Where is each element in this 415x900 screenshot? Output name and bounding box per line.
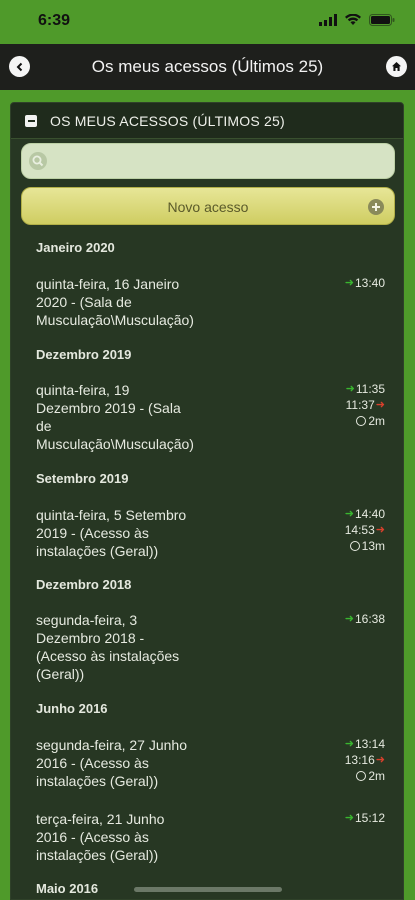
- time-out: 13:16: [344, 753, 375, 767]
- entry-line: Musculação\Musculação): [36, 312, 194, 328]
- entry-line: Dezembro 2018 -: [36, 630, 145, 646]
- wifi-icon: [345, 14, 361, 25]
- duration: 2m: [368, 414, 385, 428]
- entry-line: quinta-feira, 5 Setembro: [36, 507, 187, 523]
- entry-arrow-icon: ➜: [344, 812, 354, 824]
- entry-times: ➜ 14:40 14:53 ➜ 13m: [345, 506, 385, 554]
- time-in: 15:12: [354, 811, 385, 825]
- entry-line: quinta-feira, 19: [36, 382, 130, 398]
- group-header: Dezembro 2018: [36, 577, 132, 592]
- list-item[interactable]: segunda-feira, 27 Junho 2016 - (Acesso à…: [36, 736, 236, 790]
- accesses-panel: OS MEUS ACESSOS (ÚLTIMOS 25) Novo acesso…: [10, 102, 404, 900]
- home-indicator: [134, 887, 282, 892]
- entry-line: Dezembro 2019 - (Sala: [36, 400, 181, 416]
- time-out: 14:53: [344, 523, 375, 537]
- duration: 2m: [368, 769, 385, 783]
- status-time: 6:39: [38, 12, 71, 29]
- entry-line: instalações (Geral)): [36, 847, 159, 863]
- exit-arrow-icon: ➜: [375, 524, 385, 536]
- entry-line: instalações (Geral)): [36, 543, 159, 559]
- entry-arrow-icon: ➜: [344, 508, 354, 520]
- status-icons: [319, 14, 395, 26]
- panel-title: OS MEUS ACESSOS (ÚLTIMOS 25): [50, 112, 285, 129]
- clock-icon: [356, 416, 367, 426]
- entry-line: 2020 - (Sala de: [36, 294, 132, 310]
- entry-times: ➜ 16:38: [345, 611, 385, 627]
- entry-times: ➜ 15:12: [345, 810, 385, 826]
- exit-arrow-icon: ➜: [375, 754, 385, 766]
- page-title: Os meus acessos (Últimos 25): [91, 57, 324, 76]
- entry-line: quinta-feira, 16 Janeiro: [36, 276, 180, 292]
- entry-line: instalações (Geral)): [36, 773, 159, 789]
- list-item[interactable]: quinta-feira, 19 Dezembro 2019 - (Sala d…: [36, 381, 236, 453]
- list-item[interactable]: quinta-feira, 5 Setembro 2019 - (Acesso …: [36, 506, 236, 560]
- clock-icon: [356, 771, 367, 781]
- entry-line: segunda-feira, 27 Junho: [36, 737, 187, 753]
- entry-times: ➜ 13:14 13:16 ➜ 2m: [345, 736, 385, 784]
- entry-line: (Geral)): [36, 666, 85, 682]
- entry-arrow-icon: ➜: [344, 738, 354, 750]
- clock-icon: [349, 541, 360, 551]
- nav-bar: Os meus acessos (Últimos 25): [0, 44, 415, 90]
- group-header: Junho 2016: [36, 701, 108, 716]
- entry-line: 2016 - (Acesso às: [36, 829, 149, 845]
- time-in: 13:40: [354, 276, 385, 290]
- home-icon: [392, 62, 401, 71]
- list-item[interactable]: quinta-feira, 16 Janeiro 2020 - (Sala de…: [36, 275, 236, 329]
- entry-line: Musculação\Musculação): [36, 436, 194, 452]
- home-button[interactable]: [386, 56, 407, 77]
- search-input[interactable]: [54, 144, 384, 178]
- group-header: Janeiro 2020: [36, 240, 115, 255]
- panel-header[interactable]: OS MEUS ACESSOS (ÚLTIMOS 25): [11, 103, 403, 139]
- new-access-label: Novo acesso: [167, 199, 249, 215]
- time-out: 11:37: [345, 398, 375, 412]
- new-access-button[interactable]: Novo acesso: [21, 187, 395, 225]
- entry-line: 2016 - (Acesso às: [36, 755, 149, 771]
- search-icon: [29, 152, 47, 170]
- time-in: 11:35: [355, 382, 385, 396]
- status-bar: 6:39: [0, 0, 415, 44]
- group-header: Maio 2016: [36, 881, 99, 896]
- entry-arrow-icon: ➜: [344, 613, 354, 625]
- entry-line: de: [36, 418, 52, 434]
- time-in: 13:14: [354, 737, 385, 751]
- plus-icon: [368, 199, 384, 215]
- group-header: Dezembro 2019: [36, 347, 132, 362]
- exit-arrow-icon: ➜: [375, 399, 385, 411]
- list-item[interactable]: terça-feira, 21 Junho 2016 - (Acesso às …: [36, 810, 236, 864]
- entry-arrow-icon: ➜: [344, 277, 354, 289]
- duration: 13m: [361, 539, 385, 553]
- entry-line: 2019 - (Acesso às: [36, 525, 149, 541]
- entry-arrow-icon: ➜: [345, 383, 355, 395]
- entry-line: (Acesso às instalações: [36, 648, 180, 664]
- list-item[interactable]: segunda-feira, 3 Dezembro 2018 - (Acesso…: [36, 611, 236, 683]
- time-in: 14:40: [354, 507, 385, 521]
- search-box[interactable]: [21, 143, 395, 179]
- entry-times: ➜ 11:35 11:37 ➜ 2m: [346, 381, 385, 429]
- time-in: 16:38: [354, 612, 385, 626]
- battery-icon: [369, 14, 395, 26]
- entry-line: terça-feira, 21 Junho: [36, 811, 165, 827]
- collapse-icon[interactable]: [25, 114, 37, 127]
- signal-icon: [319, 14, 337, 26]
- group-header: Setembro 2019: [36, 471, 129, 486]
- entry-line: segunda-feira, 3: [36, 612, 138, 628]
- entry-times: ➜ 13:40: [345, 275, 385, 291]
